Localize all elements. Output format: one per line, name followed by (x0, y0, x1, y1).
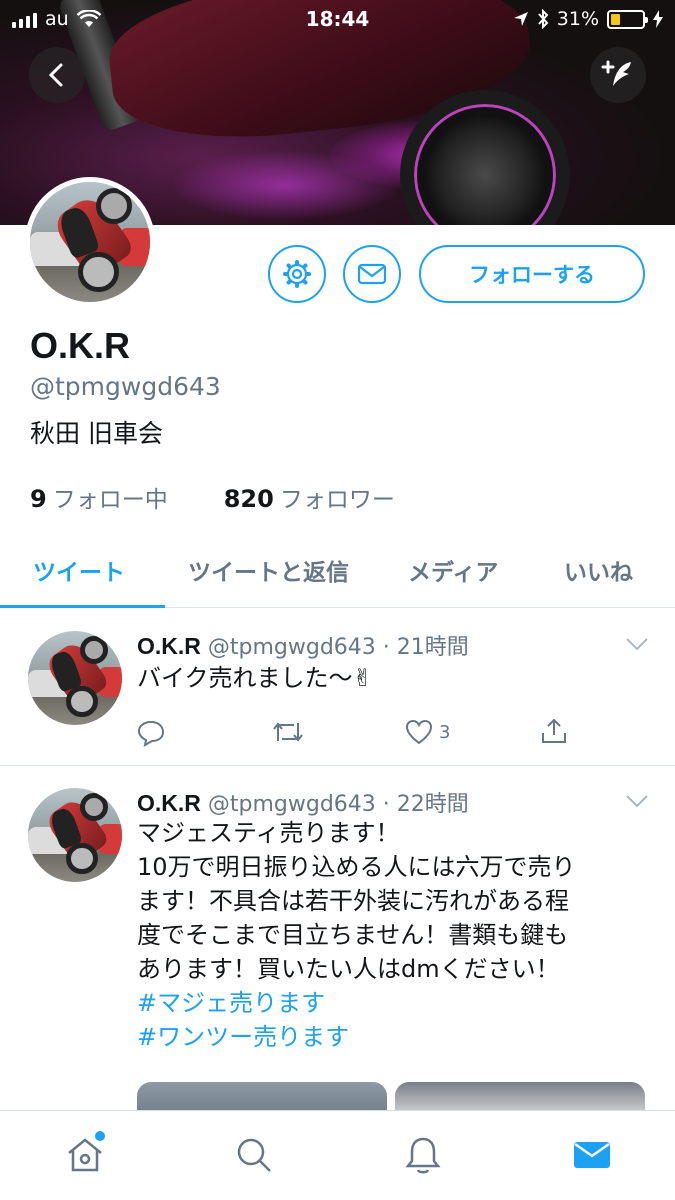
status-bar: au 18:44 31% (0, 0, 675, 40)
compose-button[interactable] (590, 47, 646, 103)
mail-icon (357, 263, 387, 285)
chevron-down-icon[interactable] (625, 794, 649, 808)
settings-icon (283, 260, 311, 288)
nav-messages[interactable] (570, 1133, 614, 1177)
followers-stat[interactable]: 820 フォロワー (224, 480, 395, 514)
notifications-icon (405, 1137, 441, 1174)
like-count: 3 (439, 721, 451, 743)
message-button[interactable] (343, 245, 401, 303)
bottom-nav (0, 1110, 675, 1200)
hashtag-link[interactable]: #マジェ売ります (137, 986, 637, 1020)
tweet-header: O.K.R @tpmgwgd643 · 21時間 (137, 629, 469, 661)
tweet-meta: @tpmgwgd643 · 21時間 (207, 635, 469, 660)
nav-notifications[interactable] (401, 1133, 445, 1177)
tweet-header: O.K.R @tpmgwgd643 · 22時間 (137, 786, 469, 818)
hashtag-link[interactable]: #ワンツー売ります (137, 1020, 637, 1054)
tweet-meta: @tpmgwgd643 · 22時間 (207, 792, 469, 817)
tweet-text: バイク売れました〜✌ (137, 664, 373, 692)
share-button[interactable] (540, 717, 568, 745)
following-stat[interactable]: 9 フォロー中 (30, 480, 168, 514)
nav-home[interactable] (63, 1131, 107, 1177)
home-icon (68, 1138, 102, 1172)
tweet[interactable]: O.K.R @tpmgwgd643 · 22時間 マジェスティ売ります！ 10万… (0, 766, 675, 1110)
follow-button[interactable]: フォローする (419, 245, 645, 303)
tweet-author-name: O.K.R (137, 790, 201, 816)
location-icon (513, 12, 528, 26)
battery-percent: 31% (556, 8, 599, 30)
like-icon (405, 719, 433, 745)
tab-tweets[interactable]: ツイート (33, 553, 125, 587)
nav-search[interactable] (232, 1133, 276, 1177)
profile-avatar[interactable] (25, 177, 155, 307)
profile-bio: 秋田 旧車会 (30, 419, 163, 448)
tweet-text: マジェスティ売ります！ 10万で明日振り込める人には六万で売り ます！不具合は若… (137, 816, 637, 1054)
profile-tabs: ツイート ツイートと返信 メディア いいね (0, 535, 675, 608)
profile-stats: 9 フォロー中 820 フォロワー (30, 480, 395, 514)
tab-likes[interactable]: いいね (564, 553, 633, 587)
reply-icon (137, 720, 165, 747)
compose-icon (601, 60, 631, 86)
tab-tweets-replies[interactable]: ツイートと返信 (188, 553, 349, 587)
retweet-icon (273, 722, 303, 742)
profile-name: O.K.R (30, 325, 131, 366)
back-icon (48, 63, 63, 87)
profile-handle: @tpmgwgd643 (30, 372, 221, 401)
tweet-avatar[interactable] (28, 788, 122, 882)
reply-button[interactable] (137, 719, 165, 747)
like-button[interactable]: 3 (405, 719, 450, 745)
bluetooth-icon (538, 9, 549, 29)
battery-icon (607, 9, 648, 29)
active-tab-indicator (0, 605, 165, 608)
tweet-author-name: O.K.R (137, 633, 201, 659)
share-icon (542, 718, 566, 743)
back-button[interactable] (29, 47, 85, 103)
search-icon (237, 1138, 271, 1172)
tab-media[interactable]: メディア (408, 553, 498, 587)
chevron-down-icon[interactable] (625, 637, 649, 651)
charging-icon (653, 10, 663, 28)
tweet[interactable]: O.K.R @tpmgwgd643 · 21時間 バイク売れました〜✌ 3 (0, 609, 675, 766)
settings-button[interactable] (268, 245, 326, 303)
retweet-button[interactable] (272, 719, 304, 745)
notification-dot (95, 1131, 105, 1141)
messages-icon (574, 1142, 610, 1168)
tweet-avatar[interactable] (28, 631, 122, 725)
